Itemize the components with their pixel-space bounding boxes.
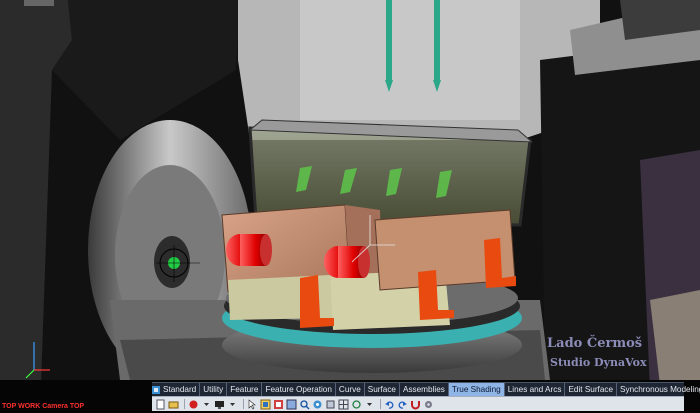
toolbar-separator <box>380 399 381 409</box>
undo-icon[interactable] <box>384 399 395 410</box>
dropdown-icon[interactable] <box>227 399 238 410</box>
new-file-icon[interactable] <box>155 399 166 410</box>
tab-standard[interactable]: Standard <box>160 383 201 396</box>
view-cube-icon[interactable] <box>325 399 336 410</box>
settings-icon[interactable] <box>423 399 434 410</box>
ribbon-toolbar <box>152 396 684 411</box>
refresh-icon[interactable] <box>351 399 362 410</box>
magnet-icon[interactable] <box>410 399 421 410</box>
tab-feature-operation[interactable]: Feature Operation <box>262 383 336 396</box>
tab-true-shading[interactable]: True Shading <box>448 383 505 396</box>
grid-icon[interactable] <box>338 399 349 410</box>
tab-lines-and-arcs[interactable]: Lines and Arcs <box>505 383 566 396</box>
toolbar-separator <box>243 399 244 409</box>
view-label: TOP WORK Camera TOP <box>2 403 85 410</box>
select-icon[interactable] <box>260 399 271 410</box>
monitor-icon[interactable] <box>214 399 225 410</box>
cad-scene <box>0 0 700 413</box>
dropdown-icon[interactable] <box>201 399 212 410</box>
dropdown-icon[interactable] <box>364 399 375 410</box>
record-icon[interactable] <box>188 399 199 410</box>
watermark-studio: Studio DynaVox <box>550 356 647 369</box>
ribbon-tab-bar: Standard Utility Feature Feature Operati… <box>152 382 700 396</box>
redo-icon[interactable] <box>397 399 408 410</box>
render-icon[interactable] <box>286 399 297 410</box>
tab-synchronous-modeling[interactable]: Synchronous Modeling <box>617 383 700 396</box>
ribbon-menu-icon[interactable] <box>152 383 160 396</box>
tab-feature[interactable]: Feature <box>227 383 263 396</box>
tab-curve[interactable]: Curve <box>336 383 365 396</box>
shading-icon[interactable] <box>273 399 284 410</box>
zoom-icon[interactable] <box>299 399 310 410</box>
tab-edit-surface[interactable]: Edit Surface <box>565 383 618 396</box>
3d-viewport[interactable]: Lado Čermoš Studio DynaVox TOP WORK Came… <box>0 0 700 413</box>
watermark-name: Lado Čermoš <box>547 336 643 351</box>
tab-surface[interactable]: Surface <box>365 383 400 396</box>
toolbar-separator <box>184 399 185 409</box>
tab-assemblies[interactable]: Assemblies <box>400 383 449 396</box>
pan-icon[interactable] <box>312 399 323 410</box>
open-file-icon[interactable] <box>168 399 179 410</box>
axis-triad-icon <box>25 342 50 379</box>
pointer-icon[interactable] <box>247 398 258 410</box>
tab-utility[interactable]: Utility <box>200 383 228 396</box>
